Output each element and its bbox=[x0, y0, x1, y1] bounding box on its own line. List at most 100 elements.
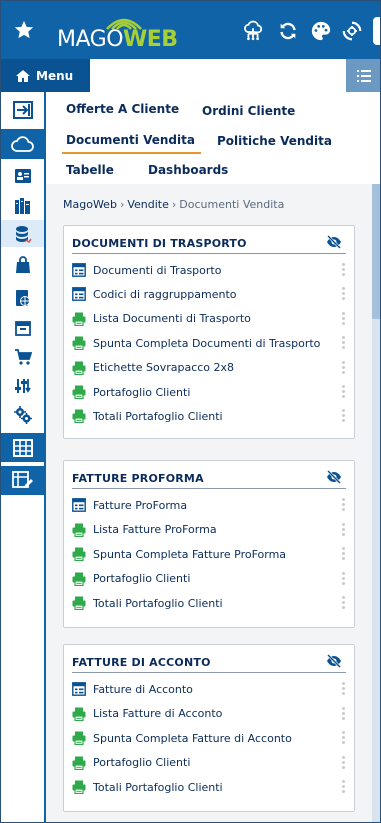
tab-offerte-cliente[interactable]: Offerte A Cliente bbox=[66, 102, 179, 116]
scrollbar[interactable] bbox=[372, 184, 380, 822]
rail-grid[interactable] bbox=[1, 433, 44, 462]
rail-cogs[interactable] bbox=[1, 401, 44, 428]
logo-web: WEB bbox=[123, 27, 178, 52]
grid-edit-icon bbox=[11, 470, 33, 488]
drag-handle-icon[interactable] bbox=[342, 571, 346, 586]
rail-globe-doc[interactable] bbox=[1, 284, 44, 311]
rail-sliders[interactable] bbox=[1, 372, 44, 399]
card-title: DOCUMENTI DI TRASPORTO bbox=[72, 237, 247, 250]
tab-politiche-vendita[interactable]: Politiche Vendita bbox=[217, 134, 332, 148]
menu-item[interactable]: Lista Documenti di Trasporto bbox=[72, 309, 348, 329]
menu-item[interactable]: Fatture di Acconto bbox=[72, 679, 348, 699]
eye-slash-icon[interactable] bbox=[326, 470, 342, 484]
menu-item[interactable]: Spunta Completa Fatture di Acconto bbox=[72, 728, 348, 748]
menu-card: DOCUMENTI DI TRASPORTO Documenti di Trasp… bbox=[63, 225, 355, 439]
drag-handle-icon[interactable] bbox=[342, 385, 346, 399]
drag-handle-icon[interactable] bbox=[342, 755, 346, 770]
contacts-icon bbox=[14, 168, 31, 183]
form-icon bbox=[72, 263, 86, 277]
print-icon bbox=[72, 385, 86, 399]
palette-icon[interactable] bbox=[310, 20, 332, 42]
drag-handle-icon[interactable] bbox=[342, 682, 346, 696]
card-divider bbox=[72, 672, 346, 673]
exit-icon bbox=[12, 100, 33, 119]
menu-item[interactable]: Codici di raggruppamento bbox=[72, 284, 348, 304]
rail-cloud[interactable] bbox=[1, 129, 44, 159]
menu-item-label: Documenti di Trasporto bbox=[93, 263, 222, 277]
chevron-right-icon: › bbox=[119, 198, 125, 211]
tab-bar: Offerte A Cliente Ordini Cliente Documen… bbox=[46, 92, 380, 184]
menu-item[interactable]: Totali Portafoglio Clienti bbox=[72, 406, 348, 426]
cart-icon bbox=[14, 348, 32, 365]
drag-handle-icon[interactable] bbox=[342, 409, 346, 423]
drag-handle-icon[interactable] bbox=[342, 596, 346, 610]
tab-ordini-cliente[interactable]: Ordini Cliente bbox=[202, 104, 295, 118]
drag-handle-icon[interactable] bbox=[342, 360, 346, 375]
scrollbar-thumb[interactable] bbox=[372, 184, 380, 319]
menu-item[interactable]: Spunta Completa Documenti di Trasporto bbox=[72, 333, 348, 353]
menu-item[interactable]: Portafoglio Clienti bbox=[72, 569, 348, 589]
print-icon bbox=[72, 756, 86, 770]
menu-card: FATTURE PROFORMA Fatture ProForma Lista Fa… bbox=[63, 460, 355, 628]
app-window: MAGOWEB Menu Offerte A Cliente Ordini Cl… bbox=[0, 0, 381, 823]
print-icon bbox=[72, 336, 86, 351]
rail-box[interactable] bbox=[1, 314, 44, 341]
rail-contacts[interactable] bbox=[1, 162, 44, 189]
drag-handle-icon[interactable] bbox=[342, 263, 346, 277]
hamburger-button[interactable] bbox=[346, 59, 380, 92]
tab-tabelle[interactable]: Tabelle bbox=[66, 163, 114, 177]
rail-stack[interactable] bbox=[1, 220, 44, 247]
drag-handle-icon[interactable] bbox=[342, 706, 346, 721]
menu-item[interactable]: Documenti di Trasporto bbox=[72, 260, 348, 280]
refresh-icon[interactable] bbox=[277, 20, 299, 42]
eye-slash-icon[interactable] bbox=[326, 654, 342, 668]
menu-item[interactable]: Etichette Sovrapacco 2x8 bbox=[72, 358, 348, 378]
drag-handle-icon[interactable] bbox=[342, 498, 346, 512]
rail-bag[interactable] bbox=[1, 251, 44, 278]
tab-documenti-vendita[interactable]: Documenti Vendita bbox=[62, 133, 201, 154]
print-icon bbox=[72, 707, 86, 721]
star-icon[interactable] bbox=[13, 19, 35, 41]
menu-item[interactable]: Totali Portafoglio Clienti bbox=[72, 777, 348, 797]
menu-item[interactable]: Spunta Completa Fatture ProForma bbox=[72, 544, 348, 564]
mago-web-logo: MAGOWEB bbox=[57, 13, 197, 53]
logo-mago: MAGO bbox=[57, 27, 124, 52]
drag-handle-icon[interactable] bbox=[342, 731, 346, 745]
rail-books[interactable] bbox=[1, 192, 44, 219]
profile-edge[interactable] bbox=[373, 17, 380, 45]
rail-cart[interactable] bbox=[1, 343, 44, 370]
rail-exit[interactable] bbox=[1, 96, 44, 123]
logo-text: MAGOWEB bbox=[57, 27, 178, 52]
menu-button[interactable]: Menu bbox=[1, 59, 90, 92]
drag-handle-icon[interactable] bbox=[342, 522, 346, 537]
cloud-icon bbox=[10, 136, 34, 152]
drag-handle-icon[interactable] bbox=[342, 311, 346, 326]
menu-item[interactable]: Fatture ProForma bbox=[72, 495, 348, 515]
menu-item[interactable]: Lista Fatture di Acconto bbox=[72, 704, 348, 724]
menu-item-label: Codici di raggruppamento bbox=[93, 287, 237, 301]
menu-item-label: Totali Portafoglio Clienti bbox=[93, 409, 223, 423]
print-icon bbox=[72, 409, 86, 424]
eye-slash-icon[interactable] bbox=[326, 235, 342, 249]
menu-label: Menu bbox=[36, 68, 74, 83]
menu-item[interactable]: Portafoglio Clienti bbox=[72, 382, 348, 402]
drag-handle-icon[interactable] bbox=[342, 287, 346, 301]
breadcrumb-magoweb[interactable]: MagoWeb bbox=[63, 198, 117, 211]
menu-item[interactable]: Portafoglio Clienti bbox=[72, 753, 348, 773]
drag-handle-icon[interactable] bbox=[342, 547, 346, 561]
menubar-spacer bbox=[90, 59, 346, 92]
rail-grid-edit[interactable] bbox=[1, 466, 44, 495]
print-icon bbox=[72, 523, 86, 537]
menu-item[interactable]: Lista Fatture ProForma bbox=[72, 520, 348, 540]
breadcrumb-vendite[interactable]: Vendite bbox=[127, 198, 169, 211]
menu-item[interactable]: Totali Portafoglio Clienti bbox=[72, 593, 348, 613]
settings-sync-icon[interactable] bbox=[341, 20, 363, 42]
menu-item-label: Spunta Completa Documenti di Trasporto bbox=[93, 336, 321, 350]
drag-handle-icon[interactable] bbox=[342, 780, 346, 794]
cloud-tree-icon[interactable] bbox=[242, 20, 264, 42]
sliders-icon bbox=[14, 378, 31, 393]
drag-handle-icon[interactable] bbox=[342, 336, 346, 350]
menu-item-label: Spunta Completa Fatture di Acconto bbox=[93, 731, 292, 745]
tab-dashboards[interactable]: Dashboards bbox=[148, 163, 228, 177]
menu-item-label: Totali Portafoglio Clienti bbox=[93, 596, 223, 610]
